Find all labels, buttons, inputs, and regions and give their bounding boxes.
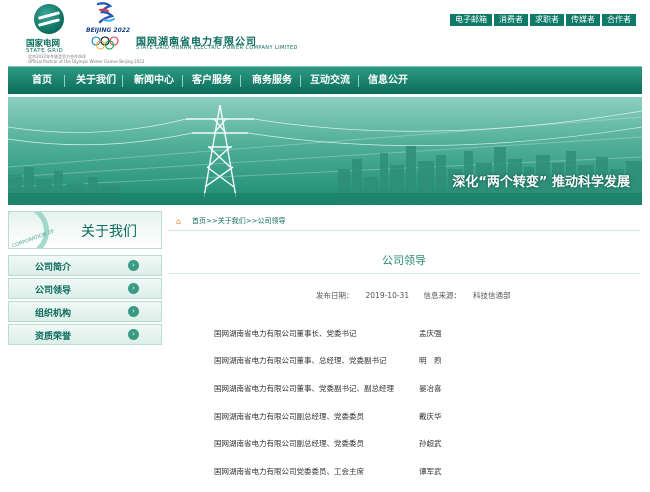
olympic-rings-icon xyxy=(91,36,119,50)
nav-item-news[interactable]: 新闻中心 xyxy=(134,67,174,95)
top-link-bar: 电子邮箱 消费者 求职者 传媒者 合作者 xyxy=(450,14,636,26)
sidebar-item-organization[interactable]: 组织机构 › xyxy=(8,301,162,322)
sidebar-item-label: 公司领导 xyxy=(35,286,72,296)
nav-item-customer-service[interactable]: 客户服务 xyxy=(192,67,232,95)
publish-date-label: 发布日期： xyxy=(316,291,354,300)
sidebar-item-profile[interactable]: 公司简介 › xyxy=(8,255,162,276)
leader-name: 孙超武 xyxy=(419,439,442,448)
olympic-partner-text: 北京2022年冬奥会官方合作伙伴 Official Partner of the… xyxy=(28,54,144,64)
chevron-right-icon: › xyxy=(128,283,139,294)
top-link-partner[interactable]: 合作者 xyxy=(602,14,636,26)
leader-position: 国网湖南省电力有限公司董事长、党委书记 xyxy=(214,329,357,338)
nav-separator xyxy=(300,75,301,87)
breadcrumb-text[interactable]: 首页>>关于我们>>公司领导 xyxy=(192,216,285,226)
leader-position: 国网湖南省电力有限公司副总经理、党委委员 xyxy=(214,412,364,421)
beijing-2022-text: BEIJING 2022 xyxy=(86,27,131,34)
sidebar-menu: 公司简介 › 公司领导 › 组织机构 › 资质荣誉 › xyxy=(8,255,162,347)
top-link-media[interactable]: 传媒者 xyxy=(566,14,600,26)
nav-item-home[interactable]: 首页 xyxy=(32,67,52,95)
nav-separator xyxy=(64,75,65,87)
top-link-email[interactable]: 电子邮箱 xyxy=(450,14,492,26)
chevron-right-icon: › xyxy=(128,260,139,271)
top-link-consumer[interactable]: 消费者 xyxy=(494,14,528,26)
publish-date: 2019-10-31 xyxy=(365,291,410,300)
sidebar-header: CORPORATION OF 关于我们 xyxy=(8,211,162,249)
leader-position: 国网湖南省电力有限公司董事、党委副书记、副总经理 xyxy=(214,384,394,393)
nav-separator xyxy=(182,75,183,87)
leader-name: 孟庆强 xyxy=(419,329,442,338)
leader-position: 国网湖南省电力有限公司董事、总经理、党委副书记 xyxy=(214,356,387,365)
hero-banner: 深化“两个转变” 推动科学发展 xyxy=(8,97,642,205)
title-divider xyxy=(168,273,640,274)
nav-separator xyxy=(122,75,123,87)
leader-name: 谭军武 xyxy=(419,467,442,476)
state-grid-globe-icon xyxy=(34,4,64,34)
sidebar-item-honors[interactable]: 资质荣誉 › xyxy=(8,324,162,345)
sidebar-item-label: 组织机构 xyxy=(35,309,72,319)
source-value: 科技信通部 xyxy=(472,291,511,300)
home-icon: ⌂ xyxy=(176,217,182,226)
nav-separator xyxy=(240,75,241,87)
nav-item-about[interactable]: 关于我们 xyxy=(76,67,116,95)
beijing-2022-emblem-icon xyxy=(96,2,115,24)
beijing-2022-logo: BEIJING 2022 xyxy=(86,0,132,52)
state-grid-logo[interactable]: 国家电网 STATE GRID xyxy=(26,2,72,60)
main-nav: 首页 关于我们 新闻中心 客户服务 商务服务 互动交流 信息公开 xyxy=(8,66,642,94)
banner-slogan: 深化“两个转变” 推动科学发展 xyxy=(452,175,630,190)
chevron-right-icon: › xyxy=(128,306,139,317)
nav-item-disclosure[interactable]: 信息公开 xyxy=(368,67,408,95)
company-name-en: STATE GRID HUNAN ELECTRIC POWER COMPANY … xyxy=(136,45,298,51)
sidebar-item-label: 资质荣誉 xyxy=(35,332,72,342)
leader-position: 国网湖南省电力有限公司党委委员、工会主席 xyxy=(214,467,364,476)
source-label: 信息来源： xyxy=(423,291,461,300)
breadcrumb: ⌂ 首页>>关于我们>>公司领导 xyxy=(168,213,640,231)
olympic-partner-en: Official Partner of the Olympic Winter G… xyxy=(28,59,145,64)
article-meta: 发布日期： 2019-10-31 信息来源： 科技信通部 xyxy=(316,290,522,301)
leader-name: 戴庆华 xyxy=(419,412,442,421)
sidebar-item-leaders[interactable]: 公司领导 › xyxy=(8,278,162,299)
page-title: 公司领导 xyxy=(382,254,426,267)
sidebar-title: 关于我们 xyxy=(81,224,137,240)
leader-name: 明 煦 xyxy=(419,356,442,365)
top-link-jobseeker[interactable]: 求职者 xyxy=(530,14,564,26)
chevron-right-icon: › xyxy=(128,329,139,340)
sidebar-item-label: 公司简介 xyxy=(35,263,72,273)
site-header: 国家电网 STATE GRID 北京2022年冬奥会官方合作伙伴 Officia… xyxy=(8,0,642,66)
leader-position: 国网湖南省电力有限公司副总经理、党委委员 xyxy=(214,439,364,448)
nav-item-business[interactable]: 商务服务 xyxy=(252,67,292,95)
leader-name: 晏冶喜 xyxy=(419,384,442,393)
nav-item-interaction[interactable]: 互动交流 xyxy=(310,67,350,95)
nav-separator xyxy=(358,75,359,87)
